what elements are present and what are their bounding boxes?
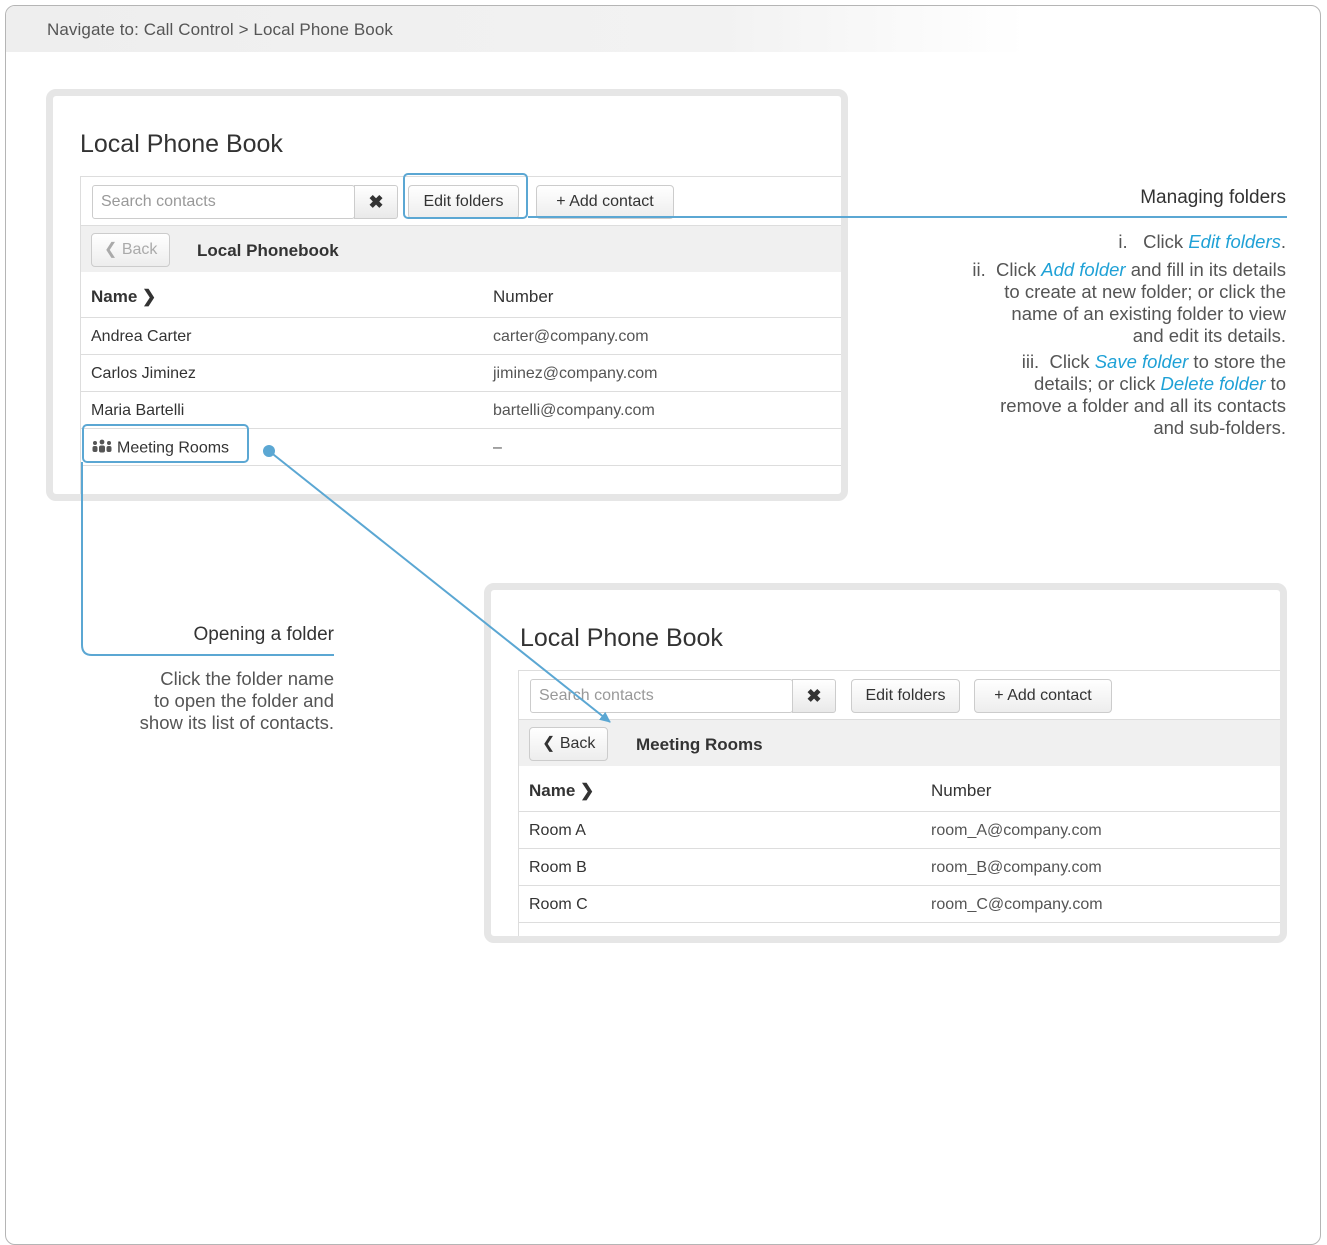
contact-number: room_A@company.com [931, 822, 1102, 839]
contact-name: Carlos Jiminez [91, 365, 196, 382]
back-button[interactable]: ❮ Back [91, 233, 171, 267]
column-number-header: Number [931, 781, 992, 800]
contact-name: Maria Bartelli [91, 402, 185, 419]
edit-folders-highlight [403, 173, 528, 219]
column-name-header[interactable]: Name ❯ [529, 781, 594, 801]
meeting-rooms-screenshot-root: Local Phone Book Search contacts ✖ Edit … [484, 583, 1287, 943]
breadcrumb: ❮ Back Local Phonebook [80, 226, 841, 272]
contact-number: room_C@company.com [931, 896, 1103, 913]
contact-number: room_B@company.com [931, 859, 1102, 876]
add-contact-button[interactable]: + Add contact [974, 679, 1112, 713]
contact-name: Room B [529, 859, 587, 876]
empty-row [80, 466, 841, 494]
meeting-rooms-highlight [82, 424, 249, 463]
navigation-path: Navigate to: Call Control > Local Phone … [47, 20, 394, 39]
contact-name: Room C [529, 896, 588, 913]
breadcrumb-folder: Meeting Rooms [636, 735, 763, 754]
managing-folders-steps: i. Click Edit folders. ii. Click Add fol… [886, 231, 1286, 439]
breadcrumb: ❮ Back Meeting Rooms [518, 720, 1280, 766]
contact-number: jiminez@company.com [493, 365, 658, 382]
managing-folders-title: Managing folders [1140, 187, 1286, 208]
add-contact-button[interactable]: + Add contact [536, 185, 674, 219]
table-header: Name ❯ Number [80, 272, 841, 318]
opening-folder-description: Click the folder name to open the folder… [139, 668, 334, 733]
breadcrumb-folder: Local Phonebook [197, 241, 339, 260]
column-name-header[interactable]: Name ❯ [91, 287, 156, 307]
step-2: ii. Click Add folder and fill in its det… [972, 259, 1286, 346]
contact-name: Room A [529, 822, 586, 839]
step-3: iii. Click Save folder to store the deta… [1000, 351, 1286, 438]
contact-number: – [493, 439, 502, 456]
edit-folders-link: Edit folders [1188, 231, 1281, 252]
search-input[interactable]: Search contacts [92, 185, 355, 219]
contact-number: bartelli@company.com [493, 402, 655, 419]
edit-folders-button[interactable]: Edit folders [851, 679, 960, 713]
table-row[interactable]: Andrea Carter carter@company.com [80, 318, 841, 355]
clear-search-button[interactable]: ✖ [354, 185, 398, 219]
opening-folder-title: Opening a folder [193, 624, 335, 645]
search-input[interactable]: Search contacts [530, 679, 793, 713]
contact-name: Andrea Carter [91, 328, 192, 345]
column-number-header: Number [493, 287, 554, 306]
table-header: Name ❯ Number [518, 766, 1280, 812]
table-row[interactable]: Room A room_A@company.com [518, 812, 1280, 849]
page-title: Local Phone Book [520, 624, 723, 652]
table-row[interactable]: Room B room_B@company.com [518, 849, 1280, 886]
toolbar: Search contacts ✖ Edit folders + Add con… [518, 670, 1280, 720]
back-button[interactable]: ❮ Back [529, 727, 609, 761]
contact-number: carter@company.com [493, 328, 649, 345]
empty-row [518, 923, 1280, 936]
table-row[interactable]: Room C room_C@company.com [518, 886, 1280, 923]
table-row[interactable]: Carlos Jiminez jiminez@company.com [80, 355, 841, 392]
clear-search-button[interactable]: ✖ [792, 679, 836, 713]
step-1: i. Click Edit folders. [1118, 231, 1286, 252]
page-title: Local Phone Book [80, 130, 283, 158]
